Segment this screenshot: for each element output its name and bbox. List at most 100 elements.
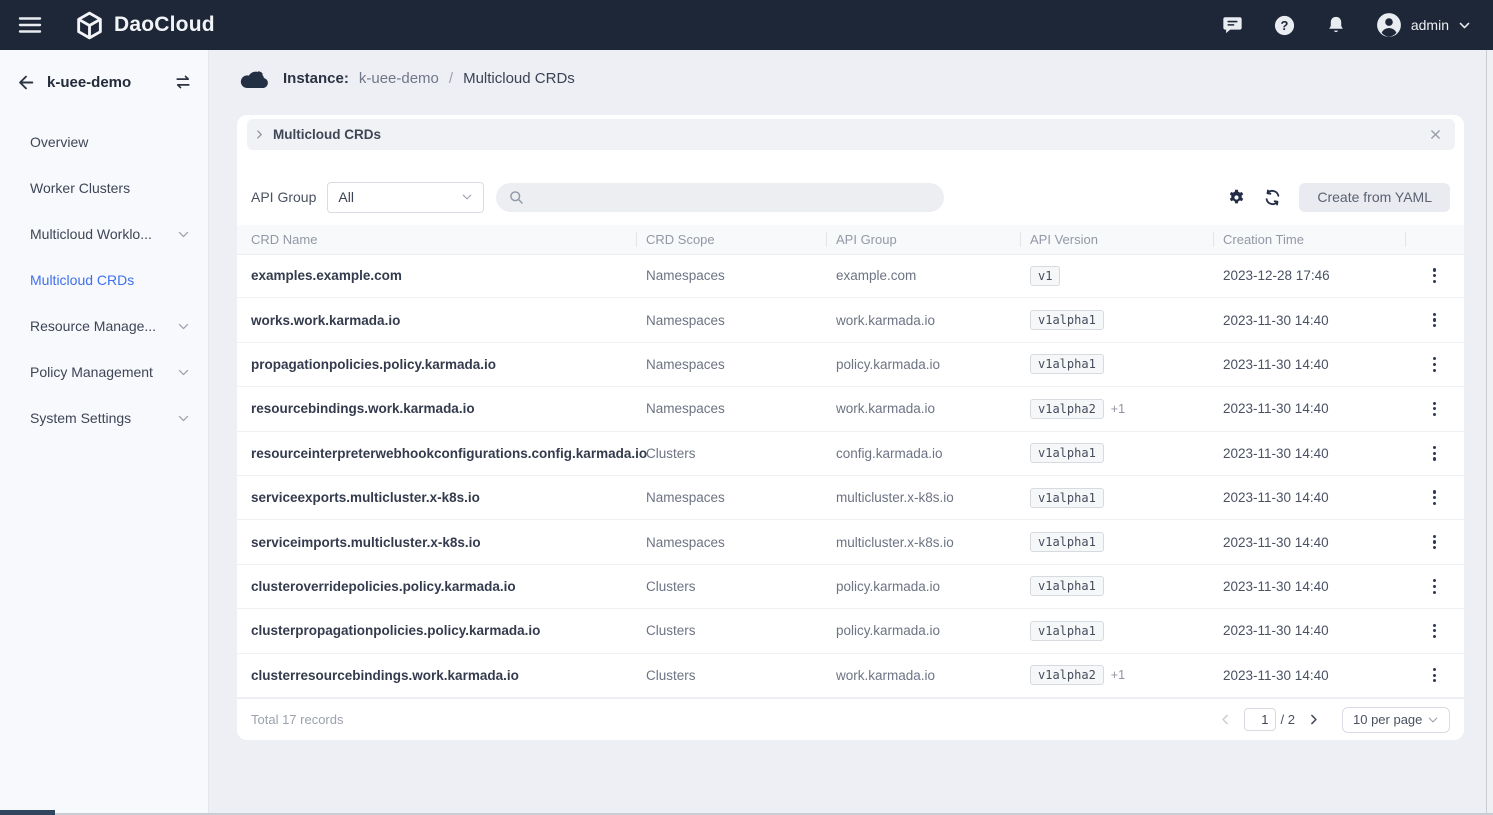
row-actions-menu-icon[interactable] bbox=[1427, 484, 1442, 511]
column-header-label: CRD Scope bbox=[646, 232, 715, 247]
api-group: policy.karmada.io bbox=[836, 579, 940, 594]
crd-name: examples.example.com bbox=[251, 268, 402, 283]
row-actions-cell bbox=[1405, 396, 1464, 423]
creation-time: 2023-11-30 14:40 bbox=[1223, 313, 1329, 328]
api-group: multicluster.x-k8s.io bbox=[836, 490, 954, 505]
sidebar-item-label: Multicloud CRDs bbox=[30, 272, 134, 288]
column-header-crd-name: CRD Name bbox=[237, 225, 636, 254]
api-group-cell: config.karmada.io bbox=[826, 446, 1020, 461]
creation-time: 2023-11-30 14:40 bbox=[1223, 357, 1329, 372]
close-icon[interactable] bbox=[1429, 128, 1442, 141]
creation-time: 2023-11-30 14:40 bbox=[1223, 401, 1329, 416]
table-row: resourceinterpreterwebhookconfigurations… bbox=[237, 432, 1464, 476]
api-version-extra-count: +1 bbox=[1111, 402, 1125, 416]
api-version-cell: v1alpha1 bbox=[1020, 354, 1213, 374]
crd-name-cell: resourceinterpreterwebhookconfigurations… bbox=[237, 446, 636, 461]
api-group: example.com bbox=[836, 268, 916, 283]
hamburger-menu-icon[interactable] bbox=[18, 16, 42, 34]
chevron-down-icon bbox=[177, 228, 190, 241]
banner-title: Multicloud CRDs bbox=[273, 127, 381, 142]
vertical-scrollbar[interactable] bbox=[1486, 50, 1493, 815]
crd-name-cell: clusterpropagationpolicies.policy.karmad… bbox=[237, 623, 636, 638]
api-version-badge: v1alpha2 bbox=[1030, 665, 1104, 685]
row-actions-menu-icon[interactable] bbox=[1427, 396, 1442, 423]
column-header-label: API Version bbox=[1030, 232, 1098, 247]
creation-time-cell: 2023-11-30 14:40 bbox=[1213, 490, 1405, 505]
daocloud-logo-icon bbox=[74, 10, 105, 41]
crd-name-cell: clusteroverridepolicies.policy.karmada.i… bbox=[237, 579, 636, 594]
api-group-cell: policy.karmada.io bbox=[826, 579, 1020, 594]
creation-time: 2023-11-30 14:40 bbox=[1223, 623, 1329, 638]
api-version-badge: v1alpha1 bbox=[1030, 576, 1104, 596]
api-version-cell: v1alpha1 bbox=[1020, 443, 1213, 463]
row-actions-menu-icon[interactable] bbox=[1427, 573, 1442, 600]
row-actions-menu-icon[interactable] bbox=[1427, 529, 1442, 556]
api-group-filter-label: API Group bbox=[251, 189, 316, 205]
row-actions-menu-icon[interactable] bbox=[1427, 618, 1442, 645]
sidebar-item-multicloud-worklo[interactable]: Multicloud Worklo... bbox=[0, 211, 208, 257]
chevron-down-icon bbox=[177, 366, 190, 379]
crd-name-cell: resourcebindings.work.karmada.io bbox=[237, 401, 636, 416]
cloud-icon bbox=[238, 67, 271, 90]
sidebar-item-worker-clusters[interactable]: Worker Clusters bbox=[0, 165, 208, 211]
row-actions-menu-icon[interactable] bbox=[1427, 262, 1442, 289]
search-input[interactable] bbox=[532, 182, 944, 213]
api-version-cell: v1alpha1 bbox=[1020, 532, 1213, 552]
crd-scope: Clusters bbox=[646, 446, 696, 461]
brand-logo[interactable]: DaoCloud bbox=[74, 10, 215, 41]
row-actions-cell bbox=[1405, 351, 1464, 378]
table-row: works.work.karmada.ioNamespaceswork.karm… bbox=[237, 298, 1464, 342]
creation-time-cell: 2023-11-30 14:40 bbox=[1213, 668, 1405, 683]
help-icon[interactable]: ? bbox=[1273, 14, 1296, 37]
creation-time: 2023-11-30 14:40 bbox=[1223, 579, 1329, 594]
crd-scope: Namespaces bbox=[646, 357, 725, 372]
row-actions-menu-icon[interactable] bbox=[1427, 307, 1442, 334]
api-group-select[interactable]: All bbox=[327, 182, 484, 213]
creation-time: 2023-11-30 14:40 bbox=[1223, 535, 1329, 550]
crd-scope-cell: Namespaces bbox=[636, 357, 826, 372]
row-actions-cell bbox=[1405, 573, 1464, 600]
sidebar-item-system-settings[interactable]: System Settings bbox=[0, 395, 208, 441]
search-box bbox=[496, 183, 944, 212]
page-count: / 2 bbox=[1281, 712, 1295, 727]
svg-text:?: ? bbox=[1280, 18, 1288, 33]
crd-scope-cell: Namespaces bbox=[636, 313, 826, 328]
sidebar-item-policy-management[interactable]: Policy Management bbox=[0, 349, 208, 395]
chat-icon[interactable] bbox=[1221, 14, 1244, 36]
content-card: Multicloud CRDs API Group All bbox=[237, 115, 1464, 740]
row-actions-cell bbox=[1405, 484, 1464, 511]
chevron-right-icon[interactable] bbox=[254, 129, 265, 140]
column-header-creation-time: Creation Time bbox=[1213, 225, 1405, 254]
page-number-input[interactable] bbox=[1244, 708, 1276, 731]
user-menu[interactable]: admin bbox=[1376, 12, 1471, 38]
row-actions-menu-icon[interactable] bbox=[1427, 351, 1442, 378]
breadcrumb-instance-link[interactable]: k-uee-demo bbox=[359, 70, 439, 87]
create-from-yaml-button[interactable]: Create from YAML bbox=[1299, 183, 1450, 212]
row-actions-cell bbox=[1405, 307, 1464, 334]
prev-page-icon[interactable] bbox=[1219, 713, 1232, 726]
next-page-icon[interactable] bbox=[1307, 713, 1320, 726]
switch-instance-icon[interactable] bbox=[174, 73, 192, 91]
sidebar-item-overview[interactable]: Overview bbox=[0, 119, 208, 165]
back-arrow-icon[interactable] bbox=[16, 73, 35, 92]
row-actions-menu-icon[interactable] bbox=[1427, 662, 1442, 689]
row-actions-menu-icon[interactable] bbox=[1427, 440, 1442, 467]
page-size-select[interactable]: 10 per page bbox=[1342, 707, 1450, 733]
sidebar: k-uee-demo OverviewWorker ClustersMultic… bbox=[0, 50, 209, 815]
crd-scope: Clusters bbox=[646, 579, 696, 594]
api-version-badge: v1 bbox=[1030, 266, 1060, 286]
gear-icon[interactable] bbox=[1227, 188, 1246, 207]
api-version-badge: v1alpha1 bbox=[1030, 310, 1104, 330]
api-group-cell: example.com bbox=[826, 268, 1020, 283]
table-header: CRD NameCRD ScopeAPI GroupAPI VersionCre… bbox=[237, 225, 1464, 255]
sidebar-item-multicloud-crds[interactable]: Multicloud CRDs bbox=[0, 257, 208, 303]
crd-scope: Namespaces bbox=[646, 535, 725, 550]
sidebar-item-label: Multicloud Worklo... bbox=[30, 226, 152, 242]
horizontal-scrollbar-thumb[interactable] bbox=[0, 810, 55, 815]
creation-time-cell: 2023-11-30 14:40 bbox=[1213, 401, 1405, 416]
api-version-badge: v1alpha2 bbox=[1030, 399, 1104, 419]
bell-icon[interactable] bbox=[1325, 14, 1347, 37]
refresh-icon[interactable] bbox=[1263, 188, 1282, 207]
sidebar-item-resource-manage[interactable]: Resource Manage... bbox=[0, 303, 208, 349]
crd-name-cell: clusterresourcebindings.work.karmada.io bbox=[237, 668, 636, 683]
